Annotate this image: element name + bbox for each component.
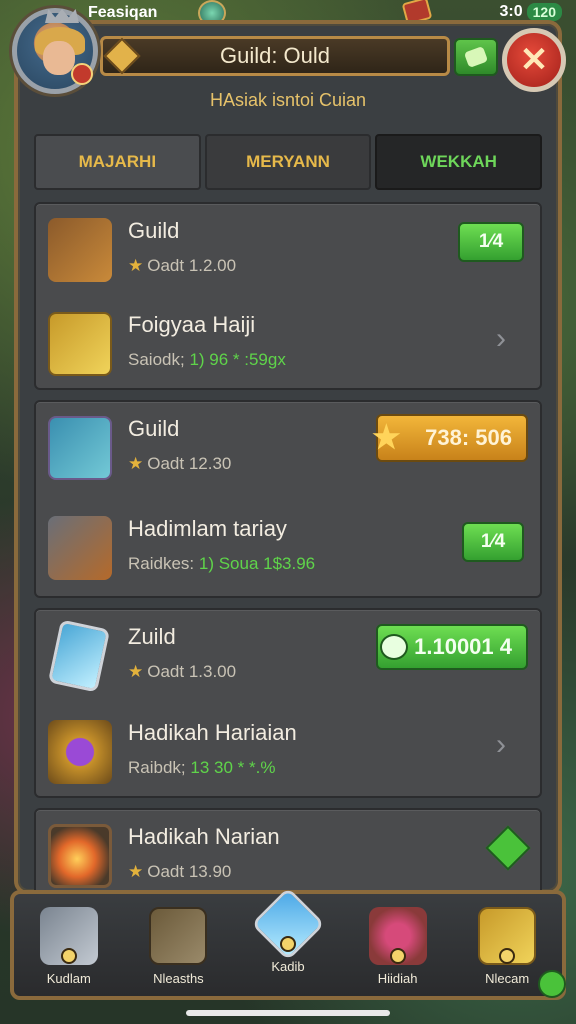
home-indicator[interactable]	[186, 1010, 390, 1016]
orb-icon	[48, 720, 112, 784]
guild-card: Hadikah Narian ★ Oadt 13.90	[34, 808, 542, 898]
item-subtitle: ★ Oadt 12.30	[128, 454, 232, 473]
item-title: Foigyaa Haiji	[128, 312, 256, 337]
guild-card: Guild ★ Oadt 12.30 ★ 738: 506 Hadimlam ta…	[34, 400, 542, 598]
tab-meryann[interactable]: MERYANN	[204, 134, 372, 190]
list-item[interactable]: Zuild ★ Oadt 1.3.00 1.10001 4	[36, 610, 540, 702]
nav-label: Nlecam	[485, 971, 530, 986]
item-title: Guild	[128, 218, 180, 243]
nav-label: Nleasths	[153, 971, 204, 986]
crown-icon	[45, 9, 79, 23]
plus-badge-icon	[279, 936, 296, 952]
chevron-right-icon[interactable]: ›	[496, 324, 516, 354]
sword-icon	[48, 516, 112, 580]
guild-emblem-icon	[103, 37, 141, 75]
star-icon: ★	[128, 454, 144, 473]
status-right: 3:0 120	[500, 3, 562, 21]
clock: 3:0	[499, 3, 523, 20]
item-title: Guild	[128, 416, 180, 441]
fire-crystal-icon	[48, 824, 112, 888]
chat-icon[interactable]	[538, 970, 566, 998]
list-item[interactable]: Guild ★ Oadt 1.2.00 1⁄4	[36, 204, 540, 296]
list-item[interactable]: Foigyaa Haiji Saiodk; 1) 96 * :59gx ›	[36, 298, 540, 390]
bottom-nav: Kudlam Nleasths Kadib Hiidiah Nlecam	[10, 887, 566, 1000]
chevron-right-icon[interactable]: ›	[496, 730, 516, 760]
item-subtitle: ★ Oadt 1.2.00	[128, 256, 237, 275]
star-icon: ★	[128, 662, 144, 681]
card-icon	[47, 619, 111, 693]
chest-icon	[48, 312, 112, 376]
list-item[interactable]: Hadikah Narian ★ Oadt 13.90	[36, 810, 540, 902]
chat-bubble-icon	[380, 634, 408, 660]
nav-label: Hiidiah	[377, 971, 418, 986]
upgrade-button[interactable]: 1⁄4	[458, 222, 524, 262]
nav-item-hiidiah[interactable]: Hiidiah	[348, 907, 448, 986]
star-icon: ★	[372, 419, 401, 455]
hero-portrait-icon	[48, 416, 112, 480]
chat-reward-button[interactable]: 1.10001 4	[376, 624, 528, 670]
star-icon: ★	[128, 862, 144, 881]
close-icon: ✕	[519, 41, 549, 79]
plus-badge-icon	[389, 948, 406, 964]
book-icon	[149, 907, 208, 965]
list-item[interactable]: Hadimlam tariay Raidkes: 1) Soua 1$3.96 …	[36, 502, 540, 594]
item-subtitle: ★ Oadt 13.90	[128, 862, 232, 881]
item-title: Hadikah Narian	[128, 824, 280, 849]
nav-item-kudlam[interactable]: Kudlam	[19, 907, 119, 986]
nav-item-nleasths[interactable]: Nleasths	[128, 907, 228, 986]
close-button[interactable]: ✕	[502, 28, 566, 92]
guild-card: Zuild ★ Oadt 1.3.00 1.10001 4 Hadikah Har…	[34, 608, 542, 798]
list-item[interactable]: Guild ★ Oadt 12.30 ★ 738: 506	[36, 402, 540, 494]
item-subtitle: ★ Oadt 1.3.00	[128, 662, 237, 681]
plus-badge-icon	[60, 948, 77, 964]
tab-wekkah[interactable]: WEKKAH	[375, 134, 543, 190]
nav-label: Kadib	[271, 959, 305, 974]
page-subtitle: HAsiak isntoi Cuian	[209, 90, 367, 110]
item-subtitle: Raibdk; 13 30 * *.%	[128, 758, 276, 777]
list-item[interactable]: Hadikah Hariaian Raibdk; 13 30 * *.% ›	[36, 706, 540, 798]
gold-reward-button[interactable]: ★ 738: 506	[372, 414, 528, 462]
title-bar: Guild: Ould	[100, 36, 450, 76]
item-title: Hadimlam tariay	[128, 516, 287, 541]
tab-majarhi[interactable]: MAJARHI	[34, 134, 201, 190]
gem-icon	[463, 46, 489, 68]
weapon-icon	[48, 218, 112, 282]
avatar-face	[43, 41, 75, 75]
page-title: Guild: Ould	[219, 43, 331, 68]
player-avatar[interactable]	[12, 8, 98, 94]
diamond-down-icon[interactable]	[485, 825, 531, 871]
item-subtitle: Raidkes: 1) Soua 1$3.96	[128, 554, 316, 573]
item-subtitle: Saiodk; 1) 96 * :59gx	[128, 350, 286, 369]
tab-bar: MAJARHI MERYANN WEKKAH	[34, 134, 543, 190]
upgrade-button[interactable]: 1⁄4	[462, 522, 524, 562]
nav-item-kadib[interactable]: Kadib	[238, 887, 338, 974]
item-title: Hadikah Hariaian	[128, 720, 297, 745]
gem-shop-button[interactable]	[454, 38, 498, 76]
battery-indicator: 120	[526, 3, 562, 21]
nav-label: Kudlam	[46, 971, 91, 986]
avatar-badge-icon	[71, 63, 93, 85]
star-icon: ★	[128, 256, 144, 275]
item-title: Zuild	[128, 624, 176, 649]
guild-card: Guild ★ Oadt 1.2.00 1⁄4 Foigyaa Haiji Sai…	[34, 202, 542, 390]
